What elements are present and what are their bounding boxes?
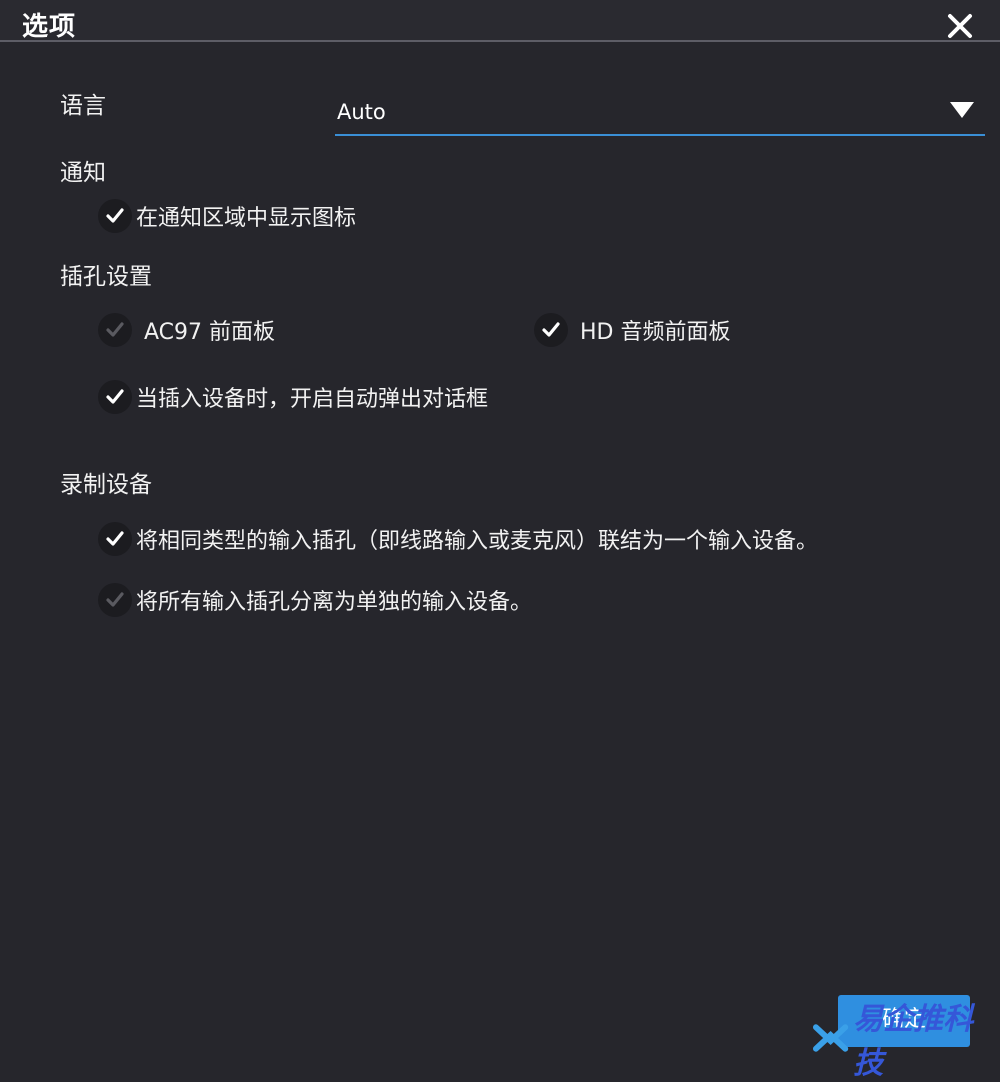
combine-inputs-label: 将相同类型的输入插孔（即线路输入或麦克风）联结为一个输入设备。 — [136, 529, 819, 554]
watermark: 易企推科技 — [812, 1002, 1000, 1081]
close-icon[interactable] — [944, 10, 976, 42]
ac97-front-panel-checkbox[interactable]: AC97 前面板 — [98, 310, 275, 350]
separate-inputs-label: 将所有输入插孔分离为单独的输入设备。 — [136, 590, 533, 615]
checkmark-icon — [98, 199, 132, 233]
combine-inputs-radio[interactable]: 将相同类型的输入插孔（即线路输入或麦克风）联结为一个输入设备。 — [98, 519, 818, 559]
popup-on-plug-checkbox[interactable]: 当插入设备时，开启自动弹出对话框 — [98, 377, 488, 417]
dialog-title: 选项 — [22, 12, 77, 42]
language-select[interactable]: Auto — [335, 92, 985, 136]
dialog-titlebar: 选项 — [0, 0, 1000, 42]
ac97-front-panel-label: AC97 前面板 — [144, 320, 276, 345]
checkmark-icon — [534, 313, 568, 347]
popup-on-plug-label: 当插入设备时，开启自动弹出对话框 — [136, 387, 489, 412]
language-label: 语言 — [60, 93, 106, 119]
show-tray-icon-label: 在通知区域中显示图标 — [136, 206, 357, 231]
show-tray-icon-checkbox[interactable]: 在通知区域中显示图标 — [98, 196, 356, 236]
hd-audio-front-panel-label: HD 音频前面板 — [580, 320, 731, 345]
watermark-text: 易企推科技 — [853, 1002, 974, 1081]
hd-audio-front-panel-checkbox[interactable]: HD 音频前面板 — [534, 310, 730, 350]
dropdown-triangle-icon — [950, 102, 974, 118]
notification-label: 通知 — [60, 160, 106, 186]
recording-devices-label: 录制设备 — [60, 472, 152, 498]
separate-inputs-radio[interactable]: 将所有输入插孔分离为单独的输入设备。 — [98, 580, 532, 620]
checkmark-icon — [98, 313, 132, 347]
checkmark-icon — [98, 583, 132, 617]
checkmark-icon — [98, 522, 132, 556]
jack-settings-label: 插孔设置 — [60, 264, 152, 290]
language-select-value: Auto — [337, 100, 386, 124]
watermark-logo-icon — [812, 1024, 849, 1052]
checkmark-icon — [98, 380, 132, 414]
